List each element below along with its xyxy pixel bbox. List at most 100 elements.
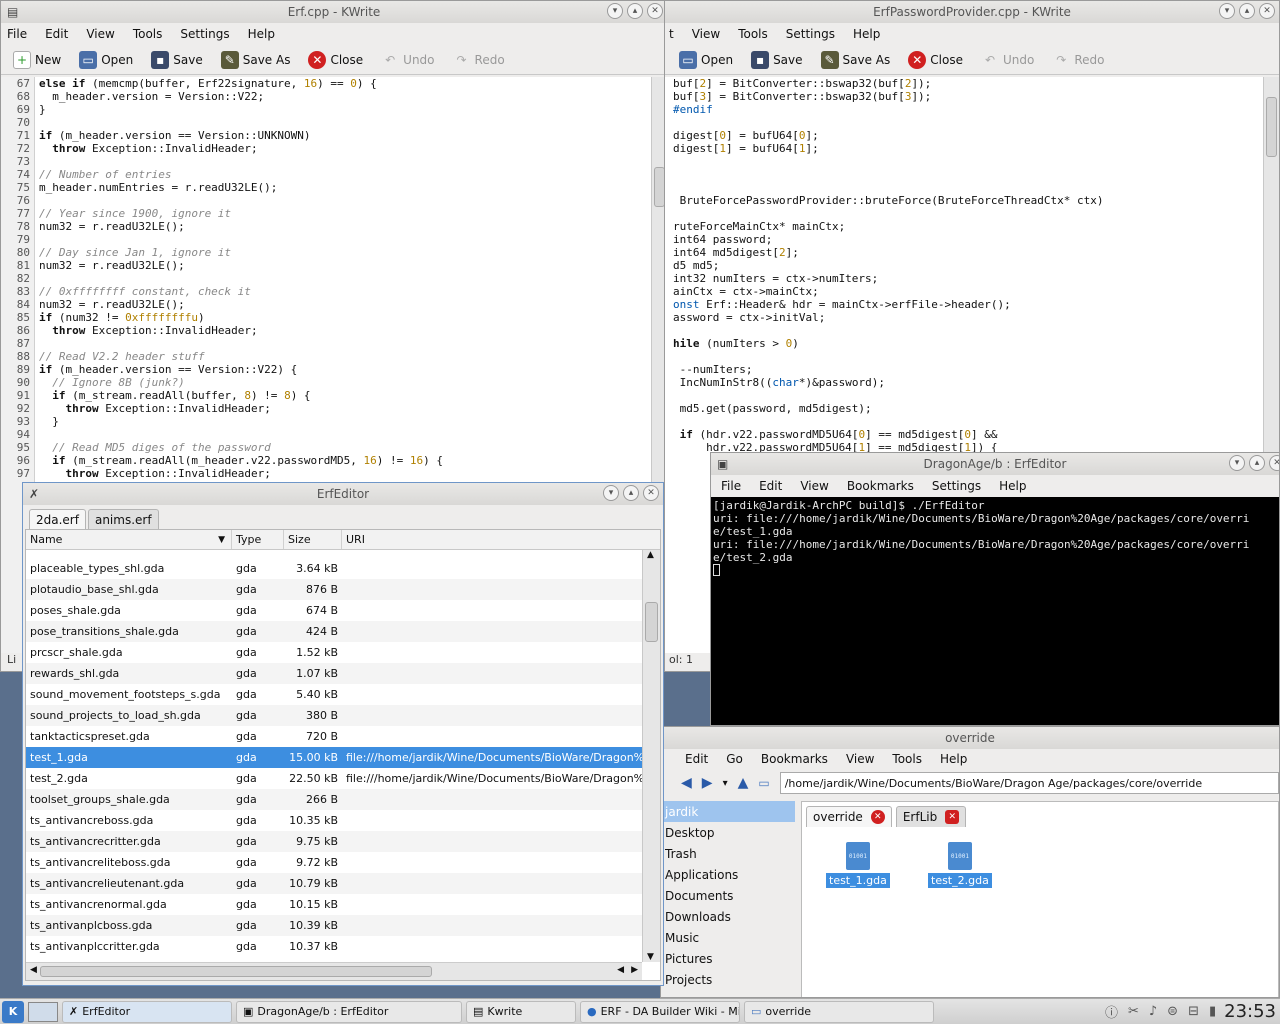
open-button[interactable]: ▭ Open	[673, 49, 739, 71]
table-row[interactable]: ts_antivancreliteboss.gda gda 9.72 kB	[26, 852, 642, 873]
erfeditor-titlebar[interactable]: ✗ ErfEditor ▾ ▴ ✕	[23, 483, 663, 505]
close-tab-icon[interactable]: ✕	[870, 810, 885, 824]
info-icon[interactable]: ⓘ	[1105, 1002, 1118, 1021]
redo-button[interactable]: ↷ Redo	[1046, 49, 1110, 71]
table-row[interactable]: pose_transitions_shale.gda gda 424 B	[26, 621, 642, 642]
table-row[interactable]: test_2.gda gda 22.50 kB file:///home/jardik…	[26, 768, 642, 789]
table-row[interactable]: sound_projects_to_load_sh.gda gda 380 B	[26, 705, 642, 726]
file-item-test-2[interactable]: 01001 test_2.gda	[928, 842, 992, 888]
menu-edit-partial[interactable]: t	[669, 27, 674, 41]
save-as-button[interactable]: ✎ Save As	[215, 49, 297, 71]
table-row[interactable]: poses_shale.gda gda 674 B	[26, 600, 642, 621]
save-button[interactable]: ▪ Save	[145, 49, 208, 71]
up-arrow-icon[interactable]: ▲	[738, 775, 749, 791]
tab-override[interactable]: override ✕	[806, 806, 892, 827]
column-uri[interactable]: URI	[342, 530, 660, 549]
table-row[interactable]: ts_antivancrenormal.gda gda 10.15 kB	[26, 894, 642, 915]
menu-file[interactable]: File	[721, 479, 741, 493]
scrollbar-thumb[interactable]	[645, 602, 658, 642]
table-row[interactable]: plotaudio_base_shl.gda gda 876 B	[26, 579, 642, 600]
terminal-icon[interactable]: ▣	[717, 457, 728, 471]
task-dolphin[interactable]: ▭ override	[744, 1000, 934, 1023]
dolphin-titlebar[interactable]: override	[661, 727, 1279, 749]
menu-help[interactable]: Help	[999, 479, 1026, 493]
tab-anims-erf[interactable]: anims.erf	[87, 509, 159, 530]
maximize-icon[interactable]: ▴	[1249, 455, 1265, 471]
history-dropdown-icon[interactable]: ▾	[723, 778, 728, 789]
place-home[interactable]: jardik	[661, 801, 795, 822]
menu-help[interactable]: Help	[853, 27, 880, 41]
table-row[interactable]: ts_antivanplccritter.gda gda 10.37 kB	[26, 936, 642, 957]
table-row[interactable]: tanktacticspreset.gda gda 720 B	[26, 726, 642, 747]
menu-bookmarks[interactable]: Bookmarks	[847, 479, 914, 493]
menu-settings[interactable]: Settings	[786, 27, 835, 41]
table-row[interactable]: rewards_shl.gda gda 1.07 kB	[26, 663, 642, 684]
menu-view[interactable]: View	[800, 479, 828, 493]
column-name[interactable]: Name ▼	[26, 530, 232, 549]
new-button[interactable]: + New	[7, 49, 67, 71]
table-row[interactable]: ts_antivancreboss.gda gda 10.35 kB	[26, 810, 642, 831]
close-icon[interactable]: ✕	[1259, 3, 1275, 19]
close-doc-button[interactable]: ✕ Close	[302, 49, 369, 71]
table-row[interactable]: placeable_types_shl.gda gda 3.64 kB	[26, 558, 642, 579]
app-icon[interactable]: ✗	[29, 487, 39, 501]
table-row[interactable]: ts_antivancrecritter.gda gda 9.75 kB	[26, 831, 642, 852]
volume-icon[interactable]: ♪	[1149, 1004, 1157, 1019]
task-erfeditor[interactable]: ✗ ErfEditor	[62, 1000, 232, 1023]
place-applications[interactable]: Applications	[661, 864, 795, 885]
maximize-icon[interactable]: ▴	[1239, 3, 1255, 19]
menu-file[interactable]: File	[7, 27, 27, 41]
maximize-icon[interactable]: ▴	[623, 485, 639, 501]
place-projects[interactable]: Projects	[661, 969, 795, 990]
forward-arrow-icon[interactable]: ▶	[702, 775, 713, 791]
open-button[interactable]: ▭ Open	[73, 49, 139, 71]
menu-settings[interactable]: Settings	[180, 27, 229, 41]
minimize-icon[interactable]: ▾	[1229, 455, 1245, 471]
table-hscrollbar[interactable]: ◀ ◀ ▶	[26, 962, 642, 980]
device-icon[interactable]: ⊟	[1188, 1004, 1199, 1019]
network-icon[interactable]: ⊜	[1167, 1004, 1178, 1019]
place-documents[interactable]: Documents	[661, 885, 795, 906]
place-downloads[interactable]: Downloads	[661, 906, 795, 927]
table-row[interactable]: prcscr_shale.gda gda 1.52 kB	[26, 642, 642, 663]
menu-tools[interactable]: Tools	[133, 27, 163, 41]
scroll-left-icon-2[interactable]: ◀	[617, 965, 624, 975]
battery-icon[interactable]: ▮	[1209, 1004, 1216, 1019]
table-row[interactable]: toolset_groups_shale.gda gda 266 B	[26, 789, 642, 810]
menu-go[interactable]: Go	[726, 752, 743, 766]
column-type[interactable]: Type	[232, 530, 284, 549]
kwrite-password-titlebar[interactable]: ErfPasswordProvider.cpp - KWrite ▾ ▴ ✕	[665, 1, 1279, 23]
task-kwrite[interactable]: ▤ Kwrite	[466, 1000, 576, 1023]
save-button[interactable]: ▪ Save	[745, 49, 808, 71]
file-item-test-1[interactable]: 01001 test_1.gda	[826, 842, 890, 888]
table-row[interactable]: ts_antivanplcboss.gda gda 10.39 kB	[26, 915, 642, 936]
table-row[interactable]: ts_antivancrelieutenant.gda gda 10.79 kB	[26, 873, 642, 894]
place-music[interactable]: Music	[661, 927, 795, 948]
clock[interactable]: 23:53	[1224, 1001, 1276, 1022]
close-tab-icon[interactable]: ✕	[945, 810, 960, 824]
desktop-switcher-icon[interactable]	[28, 1001, 58, 1022]
table-vscrollbar[interactable]: ▲ ▼	[642, 550, 660, 962]
menu-tools[interactable]: Tools	[738, 27, 768, 41]
scroll-down-icon[interactable]: ▼	[647, 952, 654, 962]
menu-view[interactable]: View	[692, 27, 720, 41]
terminal-output[interactable]: [jardik@Jardik-ArchPC build]$ ./ErfEdito…	[711, 497, 1279, 725]
menu-help[interactable]: Help	[940, 752, 967, 766]
save-as-button[interactable]: ✎ Save As	[815, 49, 897, 71]
maximize-icon[interactable]: ▴	[627, 3, 643, 19]
undo-button[interactable]: ↶ Undo	[375, 49, 440, 71]
place-trash[interactable]: Trash	[661, 843, 795, 864]
minimize-icon[interactable]: ▾	[603, 485, 619, 501]
document-icon[interactable]: ▤	[7, 5, 18, 19]
close-icon[interactable]: ✕	[643, 485, 659, 501]
tab-erflib[interactable]: ErfLib ✕	[895, 806, 967, 827]
kde-menu-icon[interactable]: K	[2, 1000, 24, 1023]
menu-tools[interactable]: Tools	[892, 752, 922, 766]
column-size[interactable]: Size	[284, 530, 342, 549]
menu-view[interactable]: View	[846, 752, 874, 766]
menu-bookmarks[interactable]: Bookmarks	[761, 752, 828, 766]
table-row[interactable]: sound_movement_footsteps_s.gda gda 5.40 kB	[26, 684, 642, 705]
place-desktop[interactable]: Desktop	[661, 822, 795, 843]
clipboard-icon[interactable]: ✂	[1128, 1004, 1139, 1019]
table-row[interactable]: test_1.gda gda 15.00 kB file:///home/jardik…	[26, 747, 642, 768]
